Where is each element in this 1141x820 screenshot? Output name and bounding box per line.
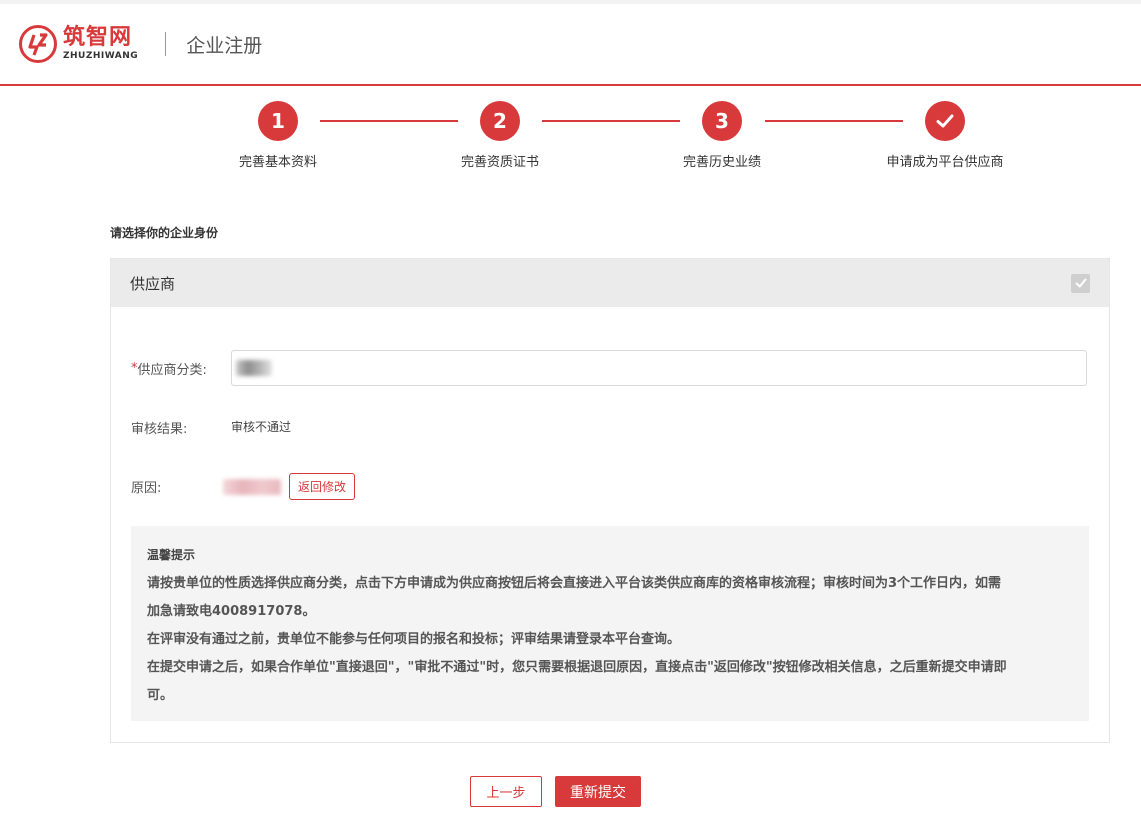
card-header[interactable]: 供应商	[111, 259, 1109, 307]
tips-line: 加急请致电4008917078。	[147, 604, 316, 619]
page-title: 企业注册	[186, 34, 263, 57]
step-label: 完善历史业绩	[682, 155, 761, 170]
review-result-value: 审核不通过	[231, 420, 292, 434]
previous-step-button[interactable]: 上一步	[470, 776, 542, 807]
supplier-checkbox[interactable]	[1071, 273, 1090, 293]
step-4: 申请成为平台供应商	[865, 101, 1025, 170]
form-actions: 上一步 重新提交	[0, 776, 1141, 807]
step-label: 完善基本资料	[238, 155, 317, 170]
reason-text-redacted	[223, 478, 281, 495]
logo-mark-icon	[19, 25, 57, 63]
section-title: 请选择你的企业身份	[110, 226, 219, 240]
card-title: 供应商	[130, 274, 176, 293]
brand-name-en: ZHUZHIWANG	[63, 51, 139, 61]
page-header: 筑智网 ZHUZHIWANG 企业注册	[0, 4, 1141, 86]
step-number: 3	[702, 101, 742, 141]
step-2: 2 完善资质证书	[420, 101, 580, 170]
tips-line: 在评审没有通过之前，贵单位不能参与任何项目的报名和投标；评审结果请登录本平台查询…	[147, 632, 681, 647]
supplier-category-value-redacted	[236, 360, 272, 376]
step-number: 1	[258, 101, 298, 141]
supplier-category-select[interactable]	[231, 350, 1087, 386]
progress-steps: 1 完善基本资料 2 完善资质证书 3 完善历史业绩 申请成为平台供应商	[0, 86, 1141, 196]
step-label: 完善资质证书	[460, 155, 539, 170]
brand-logo[interactable]: 筑智网 ZHUZHIWANG	[19, 25, 138, 63]
supplier-card: 供应商 * 供应商分类: 审核结果: 审核不通过 原因: 返回修改 温馨提示 请按…	[110, 258, 1110, 743]
tips-line: 请按贵单位的性质选择供应商分类，点击下方申请成为供应商按钮后将会直接进入平台该类…	[147, 576, 1002, 591]
check-icon	[925, 101, 965, 141]
step-number: 2	[480, 101, 520, 141]
tips-line: 在提交申请之后，如果合作单位"直接退回"，"审批不通过"时，您只需要根据退回原因…	[147, 660, 1007, 675]
checkmark-icon	[1075, 278, 1086, 288]
reason-label: 原因:	[131, 481, 162, 496]
step-1: 1 完善基本资料	[198, 101, 358, 170]
supplier-category-label: * 供应商分类:	[131, 359, 207, 378]
step-label: 申请成为平台供应商	[886, 155, 1004, 170]
tips-panel: 温馨提示 请按贵单位的性质选择供应商分类，点击下方申请成为供应商按钮后将会直接进…	[131, 526, 1089, 721]
tips-title: 温馨提示	[147, 548, 196, 562]
reason-value: 返回修改	[223, 473, 356, 500]
step-3: 3 完善历史业绩	[642, 101, 802, 170]
tips-line: 可。	[147, 688, 174, 703]
review-result-label: 审核结果:	[131, 422, 188, 437]
edit-button[interactable]: 返回修改	[289, 473, 356, 500]
resubmit-button[interactable]: 重新提交	[555, 776, 641, 807]
header-divider	[165, 32, 167, 56]
brand-name: 筑智网	[63, 25, 133, 50]
field-label: 供应商分类:	[137, 363, 207, 378]
